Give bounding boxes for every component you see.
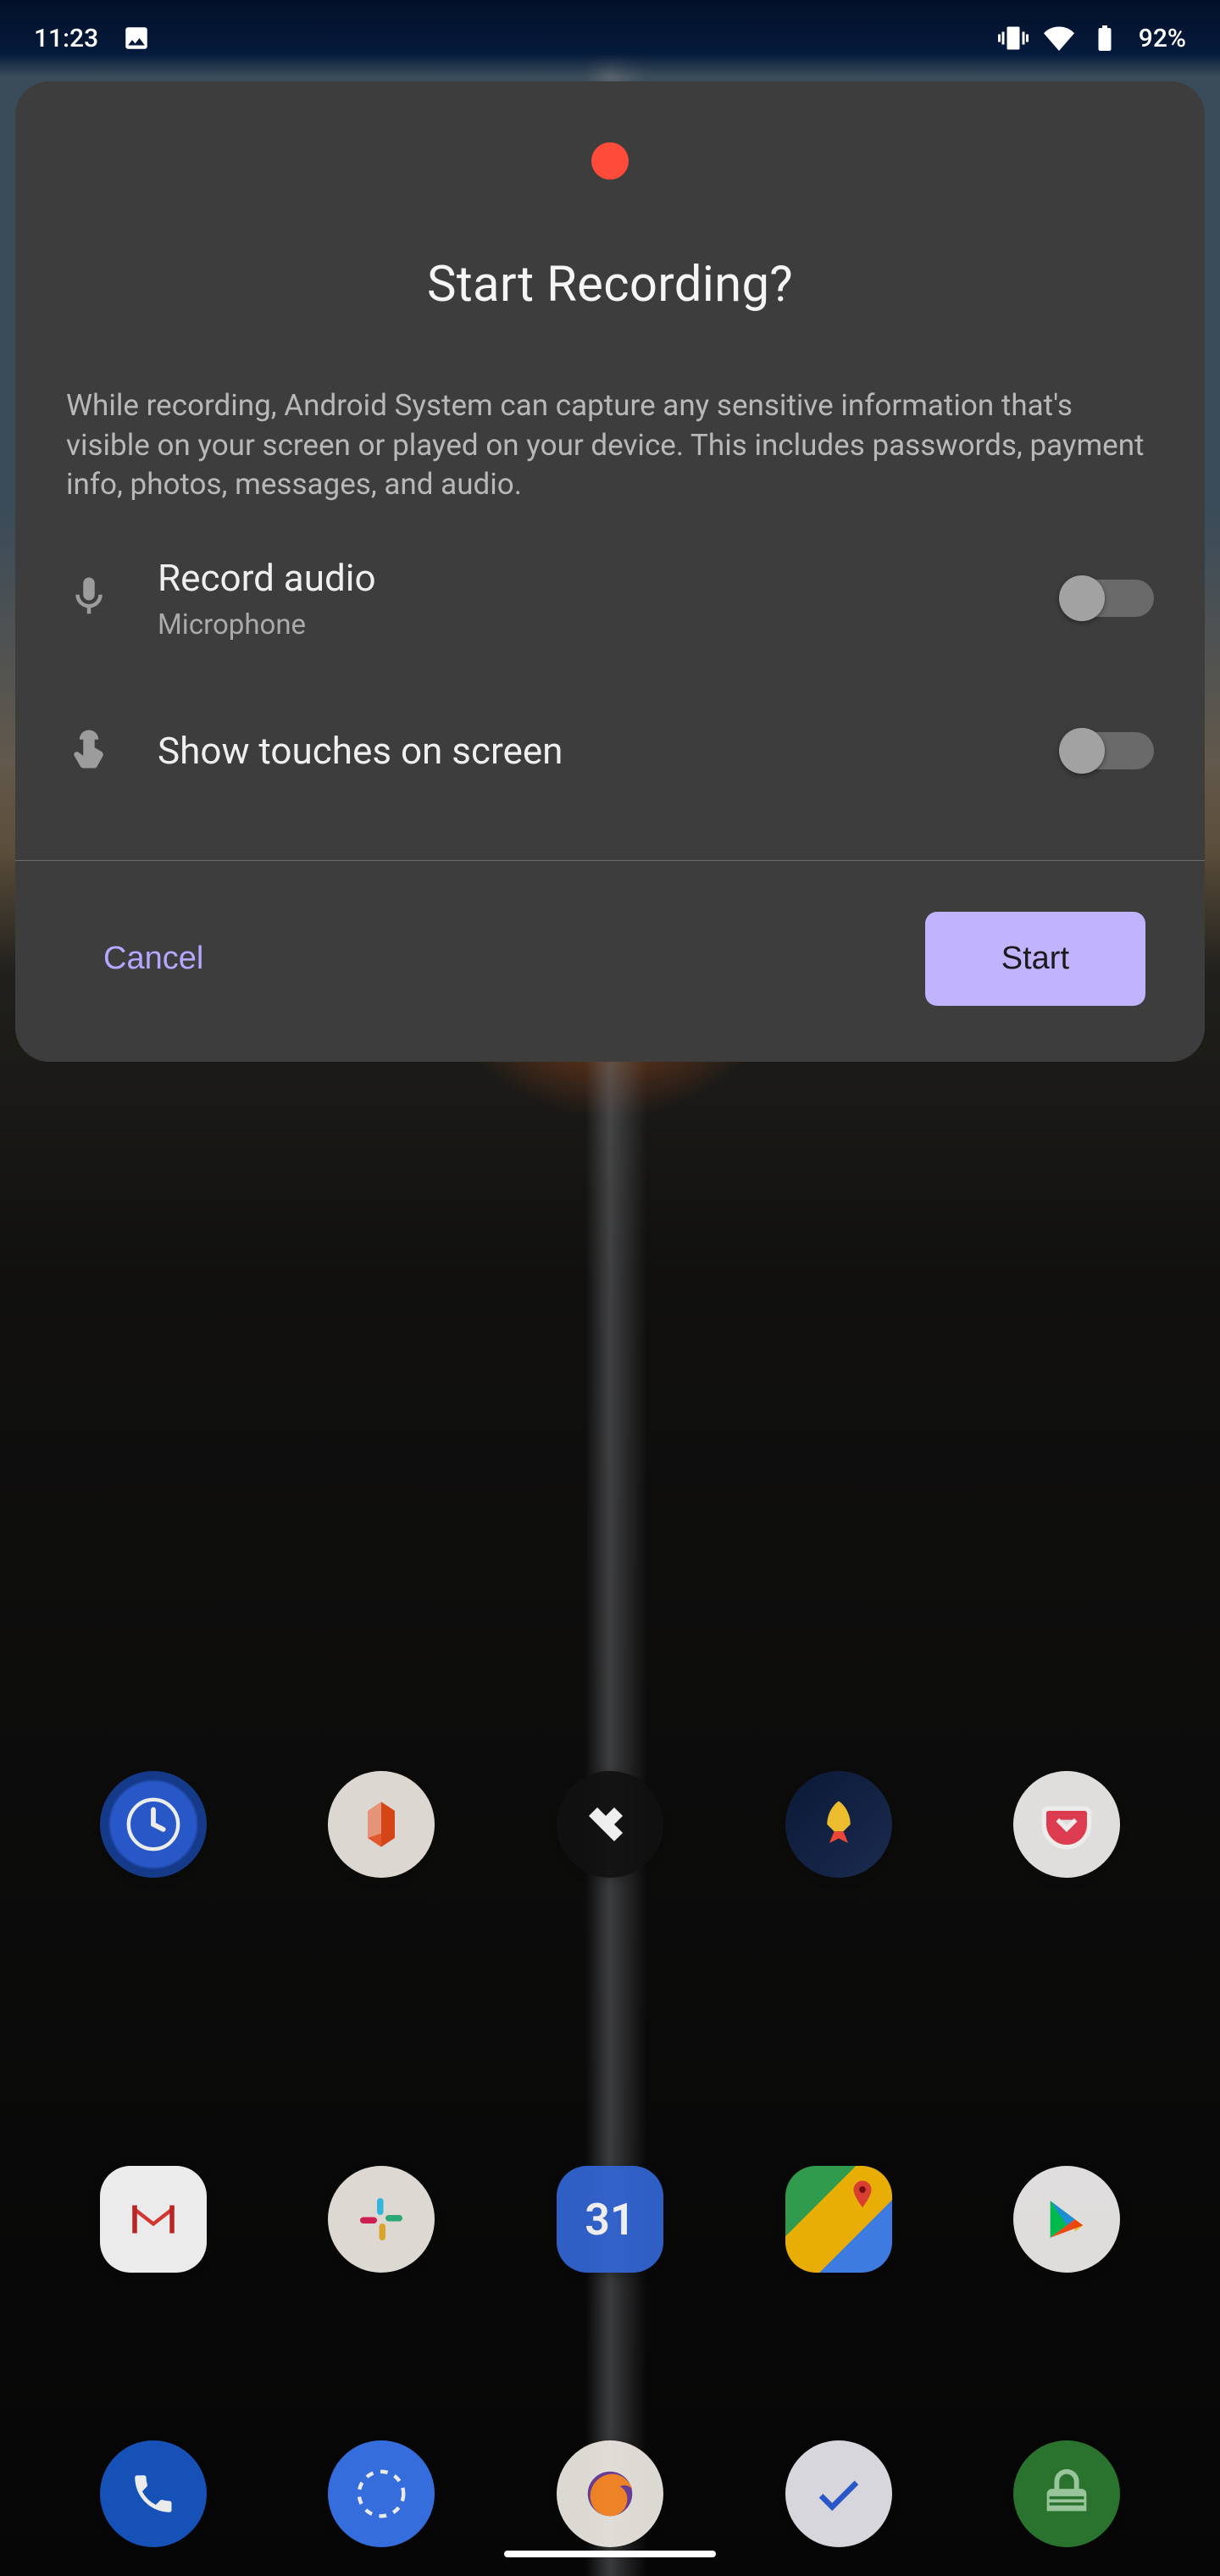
status-bar: 11:23 92%: [0, 0, 1220, 76]
record-audio-toggle[interactable]: [1062, 580, 1154, 617]
signal-app-icon[interactable]: [328, 2440, 435, 2547]
mic-icon: [66, 574, 117, 623]
calendar-app-icon[interactable]: 31: [557, 2166, 663, 2273]
image-icon: [122, 24, 151, 53]
gmail-app-icon[interactable]: [100, 2166, 207, 2273]
tidal-app-icon[interactable]: [557, 1771, 663, 1878]
battery-percentage: 92%: [1139, 24, 1186, 53]
dialog-title: Start Recording?: [15, 256, 1205, 314]
rocket-app-icon[interactable]: [785, 1771, 892, 1878]
record-audio-subtitle: Microphone: [158, 608, 1022, 641]
start-button[interactable]: Start: [925, 912, 1145, 1006]
show-touches-toggle[interactable]: [1062, 732, 1154, 769]
start-recording-dialog: Start Recording? While recording, Androi…: [15, 81, 1205, 1062]
phone-app-icon[interactable]: [100, 2440, 207, 2547]
office-app-icon[interactable]: [328, 1771, 435, 1878]
tasks-app-icon[interactable]: [785, 2440, 892, 2547]
icon-row-2: 31: [0, 2166, 1220, 2273]
vibrate-icon: [998, 23, 1029, 53]
pocket-app-icon[interactable]: [1013, 1771, 1120, 1878]
dialog-body-text: While recording, Android System can capt…: [15, 386, 1205, 505]
status-clock: 11:23: [34, 24, 98, 53]
show-touches-label: Show touches on screen: [158, 729, 1022, 773]
icon-row-1: [0, 1771, 1220, 1878]
record-dot-icon: [591, 142, 629, 180]
dialog-actions: Cancel Start: [15, 861, 1205, 1062]
cancel-button[interactable]: Cancel: [75, 925, 232, 992]
battery-icon: [1090, 23, 1120, 53]
lock-app-icon[interactable]: [1013, 2440, 1120, 2547]
gesture-nav-handle[interactable]: [504, 2551, 716, 2557]
icon-row-3: [0, 2440, 1220, 2547]
show-touches-row[interactable]: Show touches on screen: [15, 726, 1205, 775]
clock-app-icon[interactable]: [100, 1771, 207, 1878]
record-audio-row[interactable]: Record audio Microphone: [15, 556, 1205, 641]
touch-icon: [66, 726, 117, 775]
slack-app-icon[interactable]: [328, 2166, 435, 2273]
firefox-app-icon[interactable]: [557, 2440, 663, 2547]
maps-app-icon[interactable]: [785, 2166, 892, 2273]
record-audio-label: Record audio: [158, 556, 1022, 600]
play-store-app-icon[interactable]: [1013, 2166, 1120, 2273]
wifi-icon: [1044, 23, 1074, 53]
